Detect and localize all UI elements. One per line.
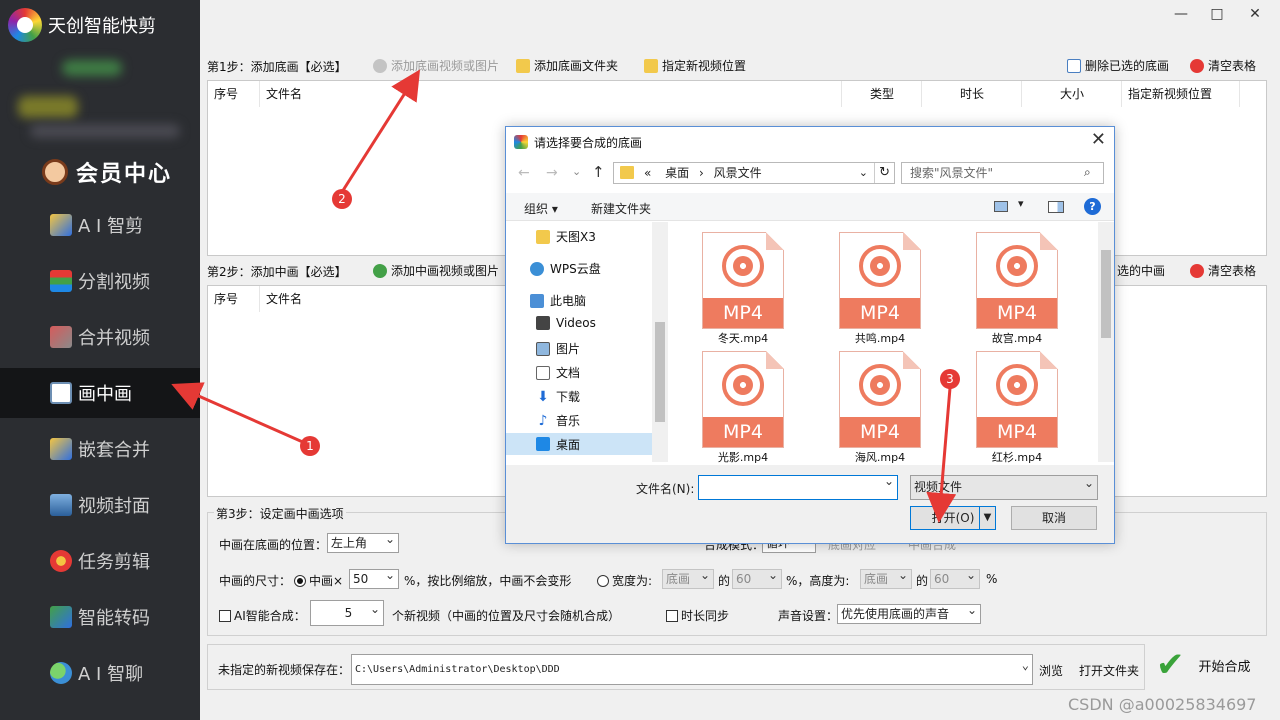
arrow-1	[171, 382, 306, 445]
arrow-3	[926, 387, 957, 523]
annotation-badge-2: 2	[332, 189, 352, 209]
watermark: CSDN @a00025834697	[1068, 695, 1257, 714]
annotation-layer	[171, 69, 957, 523]
arrow-2	[340, 69, 421, 193]
annotation-badge-3: 3	[940, 369, 960, 389]
annotation-badge-1: 1	[300, 436, 320, 456]
